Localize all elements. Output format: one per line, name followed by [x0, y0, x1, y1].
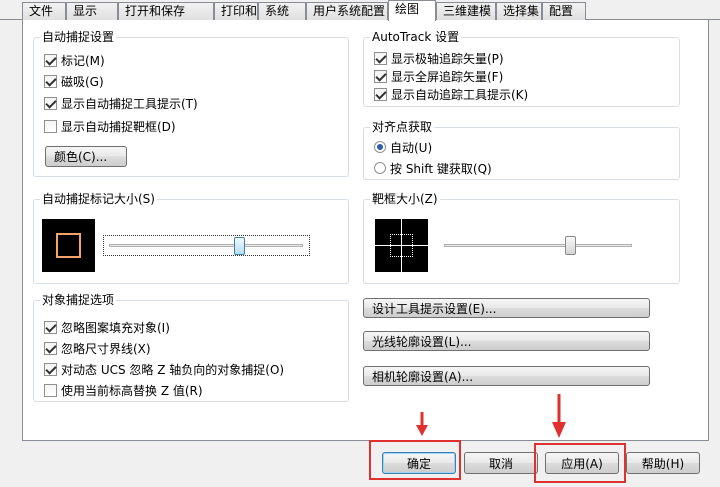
tab-drafting[interactable]: 绘图	[388, 0, 436, 21]
aperture-box-icon	[390, 234, 413, 257]
auto-radio-label: 自动(U)	[390, 140, 433, 155]
alignment-acquisition-title: 对齐点获取	[370, 119, 435, 135]
cancel-button[interactable]: 取消	[464, 452, 538, 474]
autotrack-tooltip-checkbox-row[interactable]: 显示自动追踪工具提示(K)	[374, 86, 528, 102]
auto-radio[interactable]	[374, 141, 386, 153]
color-button[interactable]: 颜色(C)...	[45, 146, 127, 167]
design-tooltip-settings-button[interactable]: 设计工具提示设置(E)...	[363, 298, 650, 318]
tab-3d-modeling[interactable]: 三维建模	[436, 2, 496, 20]
replace-z-checkbox-row[interactable]: 使用当前标高替换 Z 值(R)	[44, 382, 203, 398]
aperture-size-group: 靶框大小(Z)	[363, 191, 680, 284]
ignore-dimension-checkbox[interactable]	[44, 341, 57, 355]
autosnap-tooltip-checkbox[interactable]	[44, 96, 57, 110]
marker-size-track	[109, 244, 303, 247]
marker-size-preview	[42, 219, 95, 272]
ignore-dimension-label: 忽略尺寸界线(X)	[61, 341, 151, 356]
tab-files[interactable]: 文件	[22, 2, 66, 20]
polar-vector-checkbox-row[interactable]: 显示极轴追踪矢量(P)	[374, 50, 504, 66]
autotrack-tooltip-label: 显示自动追踪工具提示(K)	[391, 87, 529, 102]
magnet-checkbox-row[interactable]: 磁吸(G)	[44, 73, 104, 89]
marker-size-group: 自动捕捉标记大小(S)	[33, 191, 349, 284]
marker-checkbox[interactable]	[44, 53, 57, 67]
help-button[interactable]: 帮助(H)	[626, 452, 700, 474]
marker-label: 标记(M)	[61, 53, 105, 68]
ignore-hatch-checkbox-row[interactable]: 忽略图案填充对象(I)	[44, 319, 170, 335]
light-glyph-settings-button[interactable]: 光线轮廓设置(L)...	[363, 331, 650, 351]
tab-user-preferences[interactable]: 用户系统配置	[306, 2, 388, 20]
ok-arrow-icon	[416, 412, 428, 436]
aperture-size-title: 靶框大小(Z)	[370, 191, 440, 207]
auto-radio-row[interactable]: 自动(U)	[374, 139, 432, 155]
fullscreen-vector-checkbox[interactable]	[374, 69, 387, 83]
apply-arrow-icon	[552, 394, 566, 438]
aperture-box-checkbox-row[interactable]: 显示自动捕捉靶框(D)	[44, 118, 176, 134]
tab-profiles[interactable]: 配置	[542, 2, 586, 20]
polar-vector-label: 显示极轴追踪矢量(P)	[391, 51, 504, 66]
aperture-size-preview	[375, 219, 428, 272]
shift-radio-label: 按 Shift 键获取(Q)	[390, 161, 492, 176]
aperture-size-track	[444, 244, 632, 247]
shift-radio-row[interactable]: 按 Shift 键获取(Q)	[374, 160, 492, 176]
ignore-hatch-label: 忽略图案填充对象(I)	[61, 320, 170, 335]
replace-z-label: 使用当前标高替换 Z 值(R)	[61, 383, 203, 398]
tab-selection[interactable]: 选择集	[496, 2, 542, 20]
tab-open-save[interactable]: 打开和保存	[118, 2, 214, 20]
fullscreen-vector-checkbox-row[interactable]: 显示全屏追踪矢量(F)	[374, 68, 503, 84]
shift-radio[interactable]	[374, 162, 386, 174]
marker-size-title: 自动捕捉标记大小(S)	[40, 191, 157, 207]
autotrack-settings-group: AutoTrack 设置 显示极轴追踪矢量(P) 显示全屏追踪矢量(F) 显示自…	[363, 29, 680, 107]
ignore-negative-z-checkbox-row[interactable]: 对动态 UCS 忽略 Z 轴负向的对象捕捉(O)	[44, 361, 284, 377]
replace-z-checkbox[interactable]	[44, 383, 57, 397]
aperture-box-label: 显示自动捕捉靶框(D)	[61, 119, 176, 134]
camera-glyph-settings-button[interactable]: 相机轮廓设置(A)...	[363, 366, 650, 386]
autosnap-settings-title: 自动捕捉设置	[40, 29, 117, 45]
magnet-checkbox[interactable]	[44, 74, 57, 88]
osnap-options-title: 对象捕捉选项	[40, 292, 117, 308]
marker-checkbox-row[interactable]: 标记(M)	[44, 52, 105, 68]
ignore-negative-z-checkbox[interactable]	[44, 362, 57, 376]
autosnap-tooltip-checkbox-row[interactable]: 显示自动捕捉工具提示(T)	[44, 95, 198, 111]
magnet-label: 磁吸(G)	[61, 74, 104, 89]
marker-square-icon	[56, 233, 81, 258]
autosnap-tooltip-label: 显示自动捕捉工具提示(T)	[61, 96, 198, 111]
drafting-panel: 自动捕捉设置 标记(M) 磁吸(G) 显示自动捕捉工具提示(T) 显示自动捕捉靶…	[22, 20, 709, 441]
marker-size-slider[interactable]	[103, 235, 310, 256]
alignment-acquisition-group: 对齐点获取 自动(U) 按 Shift 键获取(Q)	[363, 119, 680, 180]
marker-size-thumb[interactable]	[234, 237, 245, 255]
tab-plot-publish[interactable]: 打印和发布	[214, 2, 258, 20]
apply-highlight-box	[534, 443, 626, 483]
autosnap-settings-group: 自动捕捉设置 标记(M) 磁吸(G) 显示自动捕捉工具提示(T) 显示自动捕捉靶…	[33, 29, 349, 177]
ok-highlight-box	[369, 440, 461, 480]
autotrack-settings-title: AutoTrack 设置	[370, 29, 462, 45]
aperture-size-thumb[interactable]	[565, 236, 576, 255]
aperture-box-checkbox[interactable]	[44, 119, 57, 133]
tab-display[interactable]: 显示	[66, 2, 118, 20]
ignore-negative-z-label: 对动态 UCS 忽略 Z 轴负向的对象捕捉(O)	[61, 362, 285, 377]
polar-vector-checkbox[interactable]	[374, 51, 387, 65]
ignore-dimension-checkbox-row[interactable]: 忽略尺寸界线(X)	[44, 340, 151, 356]
tab-bar: 文件 显示 打开和保存 打印和发布 系统 用户系统配置 绘图 三维建模 选择集 …	[0, 0, 720, 21]
ignore-hatch-checkbox[interactable]	[44, 320, 57, 334]
fullscreen-vector-label: 显示全屏追踪矢量(F)	[391, 69, 504, 84]
aperture-size-slider[interactable]	[444, 236, 632, 256]
autotrack-tooltip-checkbox[interactable]	[374, 87, 387, 101]
osnap-options-group: 对象捕捉选项 忽略图案填充对象(I) 忽略尺寸界线(X) 对动态 UCS 忽略 …	[33, 292, 349, 402]
tab-system[interactable]: 系统	[258, 2, 306, 20]
